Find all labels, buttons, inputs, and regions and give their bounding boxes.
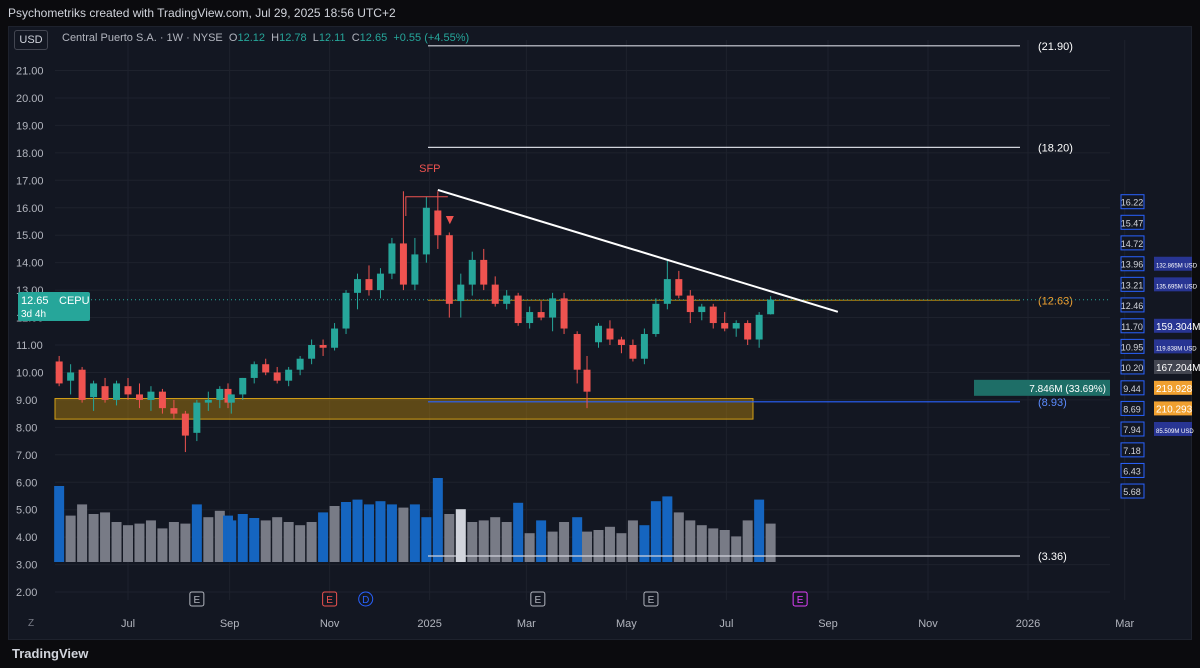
chart-frame[interactable] bbox=[8, 26, 1192, 640]
change-value: +0.55 (+4.55%) bbox=[393, 32, 470, 44]
currency-button[interactable]: USD bbox=[14, 30, 48, 50]
symbol-name[interactable]: Central Puerto S.A. · 1W · NYSE bbox=[62, 32, 223, 44]
close-label: C bbox=[351, 32, 360, 44]
header-bar: Psychometriks created with TradingView.c… bbox=[0, 0, 1200, 26]
symbol-legend: Central Puerto S.A. · 1W · NYSE O12.12 H… bbox=[62, 32, 469, 44]
tradingview-logo: TradingView bbox=[12, 646, 89, 661]
high-value: 12.78 bbox=[279, 32, 307, 44]
high-label: H bbox=[271, 32, 280, 44]
open-value: 12.12 bbox=[237, 32, 265, 44]
low-value: 12.11 bbox=[318, 32, 346, 44]
chart-credit: Psychometriks created with TradingView.c… bbox=[8, 6, 396, 20]
zoom-button[interactable]: Z bbox=[28, 618, 34, 629]
close-value: 12.65 bbox=[359, 32, 388, 44]
footer-bar: TradingView bbox=[0, 640, 1200, 668]
